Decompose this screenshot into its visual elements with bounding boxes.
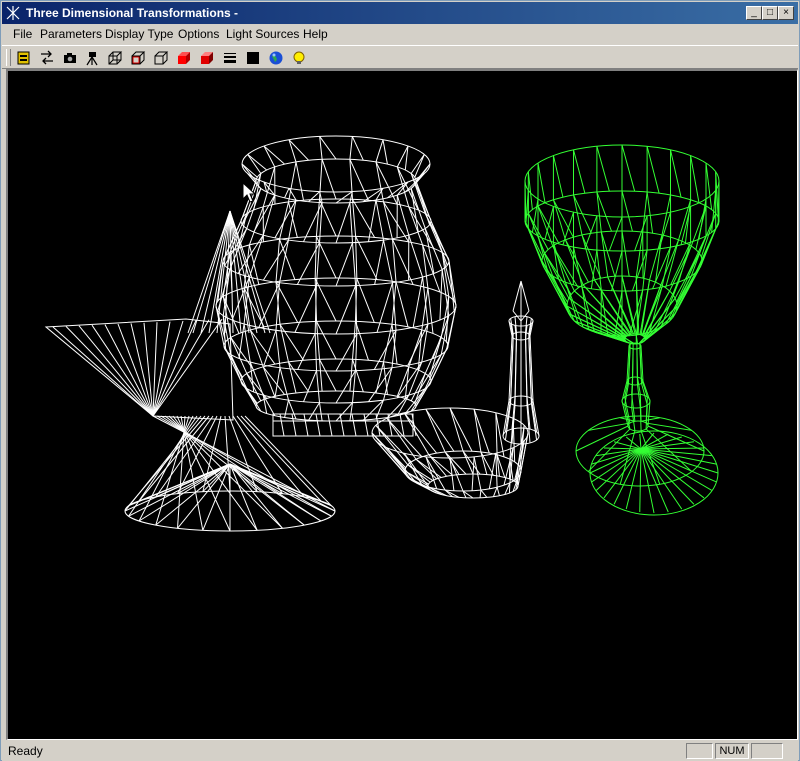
menu-options[interactable]: Options bbox=[178, 27, 219, 41]
toolbar-grip[interactable] bbox=[6, 49, 11, 66]
line-weight-icon[interactable] bbox=[221, 49, 239, 67]
wireframe-cube-icon[interactable] bbox=[106, 49, 124, 67]
mouse-pointer-icon bbox=[242, 181, 257, 203]
black-fill-icon[interactable] bbox=[244, 49, 262, 67]
status-bar: Ready NUM bbox=[2, 741, 798, 761]
red-shaded-cube-icon[interactable] bbox=[198, 49, 216, 67]
transform-icon[interactable] bbox=[38, 49, 56, 67]
outline-cube-icon[interactable] bbox=[152, 49, 170, 67]
globe-icon[interactable] bbox=[267, 49, 285, 67]
wireframe-scene[interactable] bbox=[8, 71, 797, 739]
menu-help[interactable]: Help bbox=[303, 27, 328, 41]
app-window: Three Dimensional Transformations - _ □ … bbox=[0, 0, 800, 761]
star-cone-wireframe bbox=[44, 210, 336, 532]
window-title: Three Dimensional Transformations - bbox=[26, 6, 239, 20]
goblet-wireframe bbox=[524, 144, 720, 516]
minimize-button[interactable]: _ bbox=[746, 6, 762, 20]
toolbar bbox=[2, 45, 798, 69]
menu-display-type[interactable]: Display Type bbox=[105, 27, 173, 41]
menu-parameters[interactable]: Parameters bbox=[40, 27, 102, 41]
view-camera-icon[interactable] bbox=[83, 49, 101, 67]
render-viewport[interactable] bbox=[6, 69, 798, 740]
status-text: Ready bbox=[8, 744, 43, 758]
title-bar[interactable]: Three Dimensional Transformations - _ □ … bbox=[2, 2, 798, 24]
open-scene-icon[interactable] bbox=[15, 49, 33, 67]
light-bulb-icon[interactable] bbox=[290, 49, 308, 67]
menu-light-sources[interactable]: Light Sources bbox=[226, 27, 299, 41]
app-icon bbox=[6, 6, 20, 20]
menu-bar: File Parameters Display Type Options Lig… bbox=[2, 24, 798, 44]
red-solid-cube-icon[interactable] bbox=[175, 49, 193, 67]
red-outline-cube-icon[interactable] bbox=[129, 49, 147, 67]
num-lock-indicator: NUM bbox=[715, 743, 749, 759]
status-pane-empty bbox=[686, 743, 713, 759]
candle-holder-wireframe bbox=[371, 280, 540, 499]
menu-file[interactable]: File bbox=[13, 27, 32, 41]
status-pane-scroll bbox=[751, 743, 783, 759]
camera-icon[interactable] bbox=[61, 49, 79, 67]
close-button[interactable]: × bbox=[778, 6, 794, 20]
maximize-button[interactable]: □ bbox=[762, 6, 778, 20]
